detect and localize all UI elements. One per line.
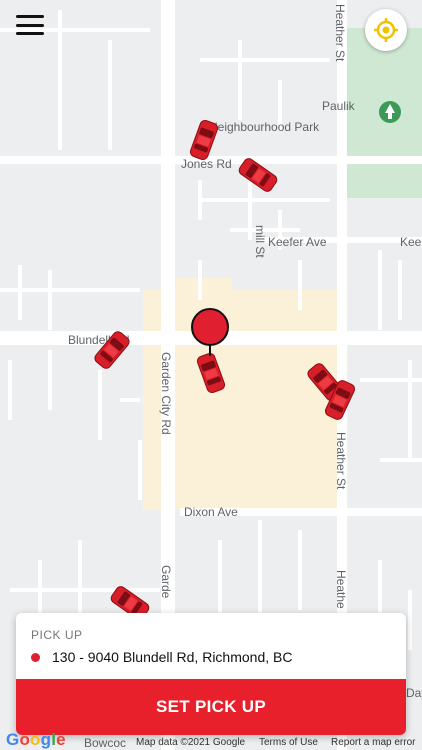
commercial-lot-2	[176, 278, 232, 296]
menu-button[interactable]	[14, 12, 46, 38]
pickup-label: PICK UP	[31, 628, 83, 642]
park-label-2: Neighbourhood Park	[209, 120, 320, 134]
heather-street-label: Heather St	[333, 4, 347, 62]
keefer-ave-label: Keefer Ave	[268, 235, 327, 249]
crosshair-icon	[374, 18, 398, 42]
pickup-address-row[interactable]: 130 - 9040 Blundell Rd, Richmond, BC	[31, 649, 292, 665]
map-footer: Google Map data ©2021 Google Terms of Us…	[0, 730, 422, 750]
report-map-error-link[interactable]: Report a map error	[331, 737, 415, 748]
park-label: Paulik	[322, 99, 356, 113]
garden-city-road-label: Garden City Rd	[159, 352, 173, 435]
map-data-text: Map data ©2021 Google	[136, 737, 246, 748]
hamburger-menu-icon	[16, 15, 44, 18]
locate-me-button[interactable]	[365, 9, 407, 51]
jones-road-label: Jones Rd	[181, 157, 232, 171]
terms-of-use-link[interactable]: Terms of Use	[259, 737, 318, 748]
keefer-ave-label-2: Kee	[400, 235, 422, 249]
heather-street-label-2: Heather St	[334, 432, 348, 490]
day-label: Day	[406, 686, 422, 700]
dixon-ave-label: Dixon Ave	[184, 505, 238, 519]
set-pick-up-button[interactable]: SET PICK UP	[16, 679, 406, 735]
pickup-address[interactable]: 130 - 9040 Blundell Rd, Richmond, BC	[52, 649, 292, 665]
pickup-card: PICK UP 130 - 9040 Blundell Rd, Richmond…	[16, 613, 406, 735]
google-logo: Google	[6, 730, 66, 749]
mill-street-label: mill St	[253, 225, 267, 258]
pickup-dot-icon	[31, 652, 40, 662]
garden-city-road-label-2: Garde	[159, 565, 173, 599]
heather-street-label-3: Heathe	[334, 570, 348, 609]
